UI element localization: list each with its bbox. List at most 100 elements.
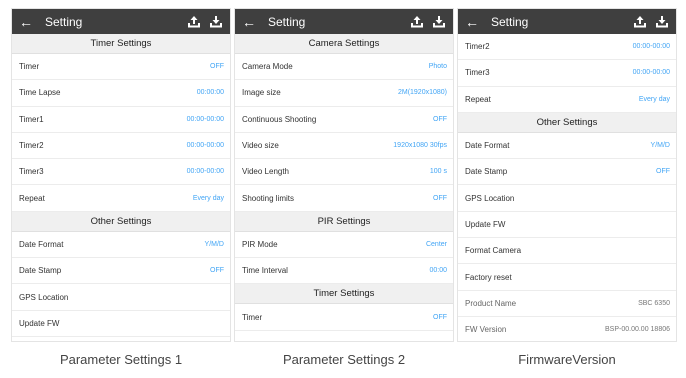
setting-value: 00:00-00:00	[632, 43, 670, 51]
setting-label: Format Camera	[465, 246, 522, 256]
app-bar: ← Setting	[12, 9, 230, 34]
screen-caption: Parameter Settings 1	[59, 352, 183, 367]
setting-row[interactable]: Shooting limits OFF	[235, 185, 453, 212]
setting-row[interactable]: Update FW	[458, 212, 676, 239]
setting-value: 1920x1080 30fps	[393, 142, 447, 150]
section-header: Other Settings	[458, 112, 676, 133]
setting-value: SBC 6350	[638, 299, 670, 307]
setting-value: 00:00-00:00	[632, 69, 670, 77]
setting-row[interactable]: Date Format Y/M/D	[458, 133, 676, 160]
setting-value: OFF	[210, 63, 224, 71]
setting-row[interactable]: Date Format Y/M/D	[12, 232, 230, 259]
upload-tray-icon[interactable]	[633, 15, 647, 29]
back-arrow-icon[interactable]: ←	[19, 15, 35, 29]
app-bar-actions	[633, 15, 669, 29]
setting-row[interactable]: GPS Location	[458, 185, 676, 212]
screen-title: Setting	[45, 14, 83, 29]
download-tray-icon[interactable]	[209, 15, 223, 29]
upload-tray-icon[interactable]	[410, 15, 424, 29]
setting-label: PIR Mode	[242, 239, 278, 249]
download-tray-icon[interactable]	[655, 15, 669, 29]
setting-label: Timer1	[19, 114, 44, 124]
setting-label: Date Stamp	[465, 167, 508, 177]
setting-value: 00:00-00:00	[186, 142, 224, 150]
setting-label: Video Length	[242, 167, 290, 177]
setting-value: 00:00-00:00	[186, 168, 224, 176]
setting-value: Center	[425, 240, 447, 248]
setting-row[interactable]: Repeat Every day	[12, 185, 230, 212]
setting-value: 00:00:00	[196, 89, 224, 97]
screen-caption: Parameter Settings 2	[282, 352, 406, 367]
app-bar-actions	[410, 15, 446, 29]
setting-row[interactable]: PIR Mode Center	[235, 232, 453, 259]
setting-row[interactable]: Time Lapse 00:00:00	[12, 80, 230, 107]
setting-row[interactable]: Update FW	[12, 311, 230, 337]
setting-value: OFF	[433, 313, 447, 321]
setting-value: OFF	[210, 267, 224, 275]
screen-caption: FirmwareVersion	[518, 352, 616, 367]
app-bar: ← Setting	[235, 9, 453, 34]
screen-title: Setting	[268, 14, 306, 29]
setting-row[interactable]: Format Camera	[458, 238, 676, 265]
setting-row[interactable]: Timer OFF	[235, 304, 453, 331]
setting-value: 00:00-00:00	[186, 115, 224, 123]
settings-list: Camera Settings Camera Mode Photo Image siz…	[235, 34, 453, 331]
setting-row[interactable]: Continuous Shooting OFF	[235, 107, 453, 133]
setting-row[interactable]: Timer3 00:00-00:00	[12, 159, 230, 186]
setting-row[interactable]: Timer2 00:00-00:00	[12, 133, 230, 160]
setting-value: OFF	[433, 115, 447, 123]
setting-label: Timer	[19, 62, 40, 72]
setting-value: OFF	[433, 194, 447, 202]
setting-label: Update FW	[465, 219, 506, 229]
setting-row[interactable]: Date Stamp OFF	[12, 258, 230, 285]
setting-label: Video size	[242, 141, 279, 151]
app-bar: ← Setting	[458, 9, 676, 34]
setting-value: OFF	[656, 168, 670, 176]
setting-label: Timer2	[465, 42, 490, 52]
setting-row[interactable]: FW Version BSP-00.00.00 18806	[458, 317, 676, 341]
section-header: PIR Settings	[235, 211, 453, 232]
setting-label: Timer2	[19, 141, 44, 151]
setting-row[interactable]: Factory reset	[458, 264, 676, 291]
setting-label: Date Format	[465, 141, 510, 151]
setting-row[interactable]: Timer3 00:00-00:00	[458, 60, 676, 87]
setting-label: Timer3	[465, 68, 490, 78]
setting-label: Continuous Shooting	[242, 114, 317, 124]
setting-row[interactable]: Image size 2M(1920x1080)	[235, 80, 453, 107]
setting-row[interactable]: Repeat Every day	[458, 87, 676, 113]
setting-value: Y/M/D	[650, 142, 670, 150]
app-bar-actions	[187, 15, 223, 29]
back-arrow-icon[interactable]: ←	[465, 15, 481, 29]
setting-row[interactable]: Camera Mode Photo	[235, 54, 453, 81]
screen-title: Setting	[491, 14, 529, 29]
back-arrow-icon[interactable]: ←	[242, 15, 258, 29]
setting-row[interactable]: Timer2 00:00-00:00	[458, 34, 676, 61]
setting-row[interactable]: Video size 1920x1080 30fps	[235, 133, 453, 160]
setting-label: Repeat	[465, 94, 491, 104]
section-header: Timer Settings	[12, 34, 230, 54]
setting-row[interactable]: Video Length 100 s	[235, 159, 453, 186]
settings-list: Timer2 00:00-00:00 Timer3 00:00-00:00 Repeat…	[458, 34, 676, 341]
download-tray-icon[interactable]	[432, 15, 446, 29]
setting-row[interactable]: Product Name SBC 6350	[458, 291, 676, 317]
setting-label: Time Lapse	[19, 88, 61, 98]
setting-row[interactable]: Timer OFF	[12, 54, 230, 81]
setting-label: Date Format	[19, 239, 64, 249]
setting-label: Shooting limits	[242, 193, 295, 203]
setting-value: Y/M/D	[204, 240, 224, 248]
setting-value: Every day	[192, 194, 224, 202]
phone-screen: ← Setting Camera Settings Camera Mode Photo I…	[234, 8, 454, 342]
setting-value: 2M(1920x1080)	[397, 89, 447, 97]
setting-row[interactable]: Time Interval 00:00	[235, 258, 453, 285]
setting-row[interactable]: Timer1 00:00-00:00	[12, 107, 230, 133]
setting-label: FW Version	[465, 325, 507, 335]
setting-label: Factory reset	[465, 272, 512, 282]
setting-row[interactable]: Date Stamp OFF	[458, 159, 676, 186]
setting-label: GPS Location	[465, 193, 515, 203]
setting-label: Image size	[242, 88, 281, 98]
setting-label: Camera Mode	[242, 62, 293, 72]
setting-row[interactable]: GPS Location	[12, 284, 230, 311]
upload-tray-icon[interactable]	[187, 15, 201, 29]
section-header: Timer Settings	[235, 284, 453, 305]
settings-list: Timer Settings Timer OFF Time Lapse 00:00:00…	[12, 34, 230, 337]
